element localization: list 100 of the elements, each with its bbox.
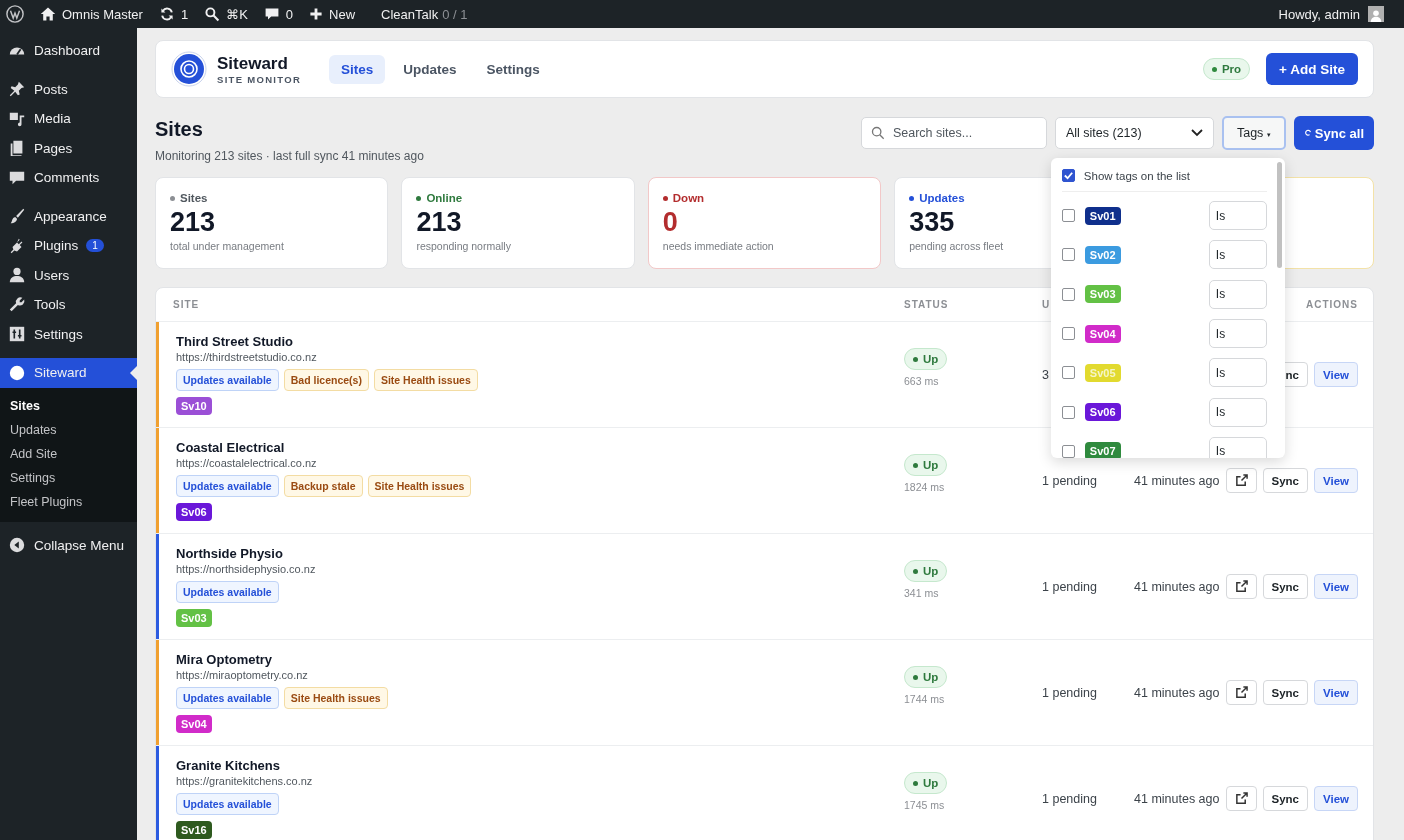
sync-button[interactable]: Sync: [1262, 574, 1308, 599]
site-url: https://thirdstreetstudio.co.nz: [176, 351, 317, 363]
sidebar-item[interactable]: Posts: [0, 74, 137, 104]
stat-label: Down: [662, 192, 705, 204]
view-button[interactable]: View: [1314, 362, 1358, 387]
sidebar-item[interactable]: Dashboard: [0, 36, 137, 66]
site-url: https://granitekitchens.co.nz: [176, 775, 313, 787]
tag-chip: Sv16: [176, 821, 212, 839]
checkbox[interactable]: [1061, 405, 1075, 419]
checkbox[interactable]: [1061, 209, 1075, 223]
status-badge: Up: [904, 454, 948, 476]
view-button[interactable]: View: [1314, 680, 1358, 705]
site-filter-dropdown[interactable]: All sites (213): [1054, 117, 1214, 149]
view-button[interactable]: View: [1314, 786, 1358, 811]
sync-button[interactable]: Sync: [1262, 468, 1308, 493]
new-link[interactable]: New: [329, 6, 356, 22]
updates-cell: 1 pending: [1042, 579, 1097, 594]
column-header: U: [1042, 299, 1052, 310]
search-field[interactable]: Search sites...: [860, 117, 1047, 149]
issue-badge: Updates available: [176, 793, 279, 815]
updates-cell: 3: [1042, 367, 1049, 382]
nav-tab[interactable]: Sites: [329, 54, 386, 84]
tag-chip: Sv10: [176, 397, 212, 415]
sync-all-button[interactable]: Sync all: [1293, 116, 1374, 150]
brand-tagline: SITE MONITOR: [217, 73, 302, 85]
stat-value: 0: [662, 207, 678, 238]
site-name-link[interactable]: Omnis Master: [62, 6, 143, 22]
nav-tab[interactable]: Settings: [474, 54, 552, 84]
operator-field[interactable]: Is: [1208, 397, 1267, 427]
sidebar-item[interactable]: Comments: [0, 163, 137, 193]
collapse-menu-button[interactable]: Collapse Menu: [0, 530, 137, 560]
updates-count[interactable]: 1: [180, 6, 189, 22]
stat-value: 213: [170, 207, 216, 238]
wordpress-logo-icon[interactable]: [6, 5, 24, 23]
operator-field[interactable]: Is: [1208, 358, 1267, 388]
operator-field[interactable]: Is: [1208, 319, 1267, 349]
external-link-icon: [1234, 792, 1248, 805]
latency-text: 1824 ms: [904, 481, 945, 493]
operator-field[interactable]: Is: [1208, 279, 1267, 309]
checkbox[interactable]: [1061, 169, 1075, 182]
circle-icon: [8, 363, 26, 382]
site-name: Coastal Electrical: [176, 440, 285, 455]
sidebar-item[interactable]: Pages: [0, 133, 137, 163]
column-header: SITE: [173, 299, 201, 310]
scrollbar-thumb[interactable]: [1276, 162, 1282, 268]
sidebar-item[interactable]: Appearance: [0, 201, 137, 231]
submenu-item[interactable]: Updates: [0, 417, 137, 442]
last-sync-cell-text: 41 minutes ago: [1134, 791, 1221, 806]
avatar-icon[interactable]: [1368, 6, 1384, 22]
external-link-button[interactable]: [1225, 468, 1257, 493]
refresh-icon: [1303, 129, 1312, 137]
plugin-link[interactable]: CleanTalk: [381, 6, 439, 22]
sync-button[interactable]: Sync: [1262, 786, 1308, 811]
checkbox[interactable]: [1061, 327, 1075, 341]
status-badge: Up: [904, 348, 948, 370]
search-shortcut[interactable]: ⌘K: [226, 6, 248, 22]
stat-note: total under management: [170, 240, 284, 252]
view-button[interactable]: View: [1314, 574, 1358, 599]
site-name: Granite Kitchens: [176, 758, 281, 773]
greeting-link[interactable]: Howdy, admin: [1278, 6, 1360, 22]
checkbox[interactable]: [1061, 444, 1075, 458]
sidebar-item[interactable]: Users: [0, 260, 137, 290]
view-button[interactable]: View: [1314, 468, 1358, 493]
comments-count[interactable]: 0: [285, 6, 294, 22]
checkbox[interactable]: [1061, 366, 1075, 380]
latency-text: 663 ms: [904, 375, 939, 387]
submenu-item[interactable]: Fleet Plugins: [0, 489, 137, 514]
add-site-button[interactable]: + Add Site: [1266, 53, 1358, 85]
site-url: https://northsidephysio.co.nz: [176, 563, 316, 575]
operator-field[interactable]: Is: [1208, 240, 1267, 270]
tag-chip: Sv01: [1084, 206, 1121, 225]
site-url: https://miraoptometry.co.nz: [176, 669, 308, 681]
checkbox[interactable]: [1061, 287, 1075, 301]
nav-tab[interactable]: Updates: [391, 54, 469, 84]
plan-badge: Pro: [1202, 58, 1251, 80]
sidebar-item[interactable]: Settings: [0, 319, 137, 349]
sync-button[interactable]: Sync: [1262, 680, 1308, 705]
submenu-item[interactable]: Add Site: [0, 441, 137, 466]
status-badge: Up: [904, 772, 948, 794]
checkbox[interactable]: [1061, 248, 1075, 262]
user-icon: [8, 266, 26, 285]
site-name: Third Street Studio: [176, 334, 293, 349]
operator-field[interactable]: Is: [1208, 201, 1267, 231]
external-link-button[interactable]: [1225, 680, 1257, 705]
search-icon: [870, 126, 885, 140]
submenu-item[interactable]: Sites: [0, 393, 137, 418]
sidebar-item[interactable]: Plugins 1: [0, 231, 137, 261]
updates-cell: 1 pending: [1042, 791, 1097, 806]
column-header: ACTIONS: [1305, 299, 1358, 310]
plus-icon: [309, 7, 324, 21]
external-link-button[interactable]: [1225, 574, 1257, 599]
issue-badge: Updates available: [176, 369, 279, 391]
external-link-button[interactable]: [1225, 786, 1257, 811]
submenu-item[interactable]: Settings: [0, 465, 137, 490]
stat-label: Sites: [170, 192, 208, 204]
site-url: https://coastalelectrical.co.nz: [176, 457, 317, 469]
sidebar-item[interactable]: Siteward: [0, 358, 137, 388]
sidebar-item[interactable]: Media: [0, 104, 137, 134]
tag-chip: Sv02: [1084, 245, 1121, 264]
sidebar-item[interactable]: Tools: [0, 290, 137, 320]
